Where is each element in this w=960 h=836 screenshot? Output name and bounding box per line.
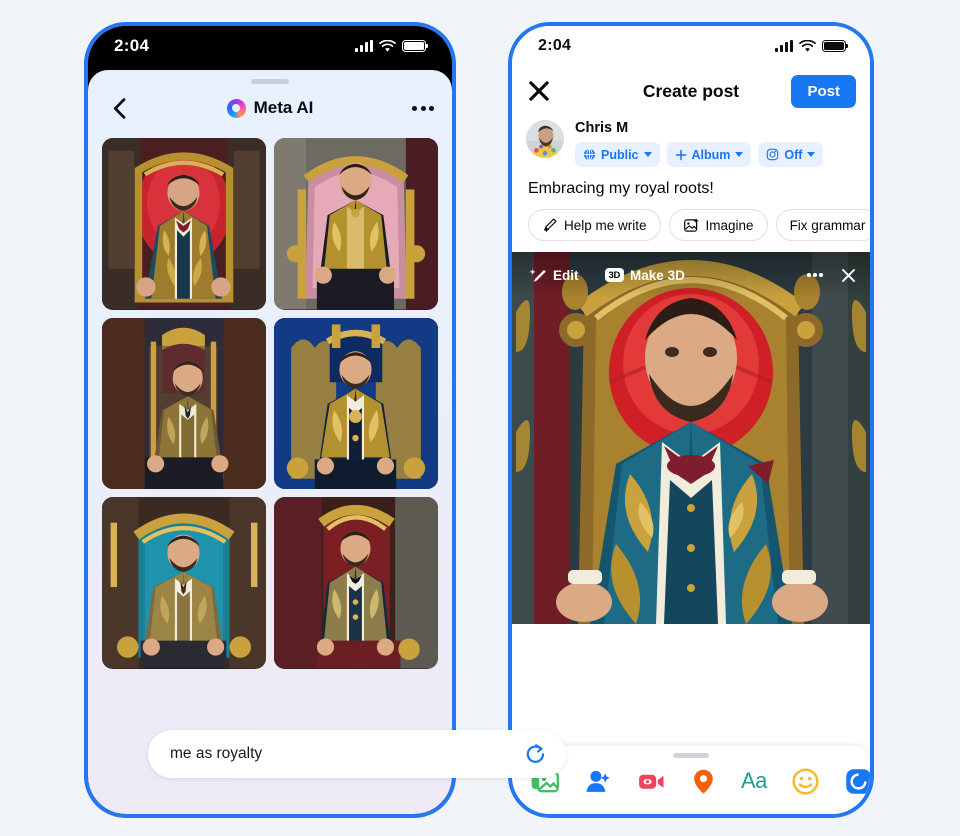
audience-chip-public[interactable]: Public (575, 142, 660, 167)
back-chevron-icon (113, 97, 125, 119)
status-bar: 2:04 (88, 26, 452, 70)
preview-image[interactable] (512, 252, 870, 624)
grid-image-4[interactable] (274, 317, 438, 489)
back-button[interactable] (106, 95, 132, 121)
refresh-icon[interactable] (523, 742, 548, 767)
instagram-crosspost-chip[interactable]: Off (758, 142, 824, 167)
ai-tools-row: Help me write Imagine Fix grammar In (512, 209, 870, 252)
grid-image-6[interactable] (274, 497, 438, 669)
audience-chip-label: Public (601, 147, 639, 162)
status-bar-time: 2:04 (538, 37, 572, 54)
imagine-label: Imagine (705, 217, 754, 233)
status-bar-time: 2:04 (114, 36, 150, 55)
chevron-down-icon (735, 152, 744, 157)
cellular-bars-icon (355, 40, 373, 52)
fix-grammar-chip[interactable]: Fix grammar (775, 209, 870, 241)
tag-people-icon[interactable] (584, 767, 613, 796)
make-3d-badge: 3D (604, 268, 625, 282)
more-options-button[interactable] (412, 105, 434, 111)
grid-image-1[interactable] (102, 138, 266, 310)
status-bar-indicators (355, 39, 429, 53)
more-options-icon (807, 273, 811, 277)
grid-image-5[interactable] (102, 497, 266, 669)
meta-ai-ring-icon (226, 98, 246, 118)
make-3d-label: Make 3D (630, 267, 685, 283)
post-author-row: Chris M Public Album Off (512, 114, 870, 167)
magic-wand-icon (530, 268, 546, 282)
cellular-bars-icon (775, 40, 793, 52)
image-edit-toolbar: Edit 3D Make 3D (512, 252, 870, 298)
meta-ai-title-label: Meta AI (253, 98, 314, 117)
battery-icon (822, 40, 849, 52)
album-chip[interactable]: Album (666, 142, 752, 167)
make-3d-button[interactable]: 3D Make 3D (599, 264, 691, 287)
image-toolbar-actions (805, 266, 858, 285)
image-more-options-button[interactable] (805, 267, 825, 283)
fix-grammar-label: Fix grammar (789, 217, 866, 233)
emoji-icon[interactable] (791, 767, 820, 796)
grid-image-2[interactable] (274, 138, 438, 310)
status-bar-indicators (775, 39, 849, 53)
author-meta: Chris M Public Album Off (575, 120, 824, 167)
instagram-icon (767, 148, 779, 161)
chevron-down-icon (807, 152, 816, 157)
instagram-chip-label: Off (784, 147, 803, 162)
help-me-write-chip[interactable]: Help me write (528, 209, 661, 241)
location-pin-icon[interactable] (690, 767, 717, 796)
chevron-down-icon (643, 152, 652, 157)
meta-ai-prompt-bar[interactable]: me as royalty (148, 730, 566, 778)
battery-icon (402, 40, 429, 52)
remove-image-button[interactable] (839, 266, 858, 285)
album-chip-label: Album (691, 147, 731, 162)
globe-icon (583, 148, 596, 161)
create-post-nav-bar: Create post Post (512, 68, 870, 114)
close-button[interactable] (526, 78, 552, 104)
more-options-icon (412, 105, 417, 111)
create-post-screen: 2:04 Create post Post Chris M Public Alb… (512, 26, 870, 814)
create-post-phone: 2:04 Create post Post Chris M Public Alb… (508, 22, 874, 818)
screenshot-stage: 2:04 Meta AI me as royalty 2:04 Create p… (0, 0, 960, 836)
meta-ai-content: Meta AI (88, 70, 452, 814)
edit-image-button[interactable]: Edit (524, 263, 585, 288)
avatar[interactable] (526, 120, 564, 158)
prompt-input[interactable]: me as royalty (170, 745, 523, 763)
composer-empty-area (512, 624, 870, 746)
pen-sparkle-icon (543, 218, 557, 233)
post-button[interactable]: Post (791, 74, 856, 108)
generated-image-grid (88, 132, 452, 669)
edit-label: Edit (553, 267, 579, 283)
text-format-icon[interactable]: Aa (741, 768, 767, 794)
post-caption-text[interactable]: Embracing my royal roots! (512, 167, 870, 209)
grid-image-3[interactable] (102, 317, 266, 489)
image-sparkle-icon (683, 217, 699, 232)
live-video-icon[interactable] (637, 767, 666, 796)
status-bar: 2:04 (512, 26, 870, 68)
camera-icon[interactable] (844, 767, 870, 796)
plus-icon (675, 149, 686, 160)
page-title: Meta AI (88, 98, 452, 118)
imagine-chip[interactable]: Imagine (668, 209, 768, 241)
help-me-write-label: Help me write (564, 217, 647, 233)
wifi-icon (379, 39, 396, 52)
post-options-icons: Aa (512, 758, 870, 810)
meta-ai-screen: 2:04 Meta AI (88, 26, 452, 814)
attached-image-preview: Edit 3D Make 3D (512, 252, 870, 624)
author-name: Chris M (575, 120, 629, 136)
post-settings-chips: Public Album Off (575, 142, 824, 167)
meta-ai-nav-bar: Meta AI (88, 84, 452, 132)
meta-ai-phone: 2:04 Meta AI me as royalty (84, 22, 566, 818)
wifi-icon (799, 39, 816, 52)
